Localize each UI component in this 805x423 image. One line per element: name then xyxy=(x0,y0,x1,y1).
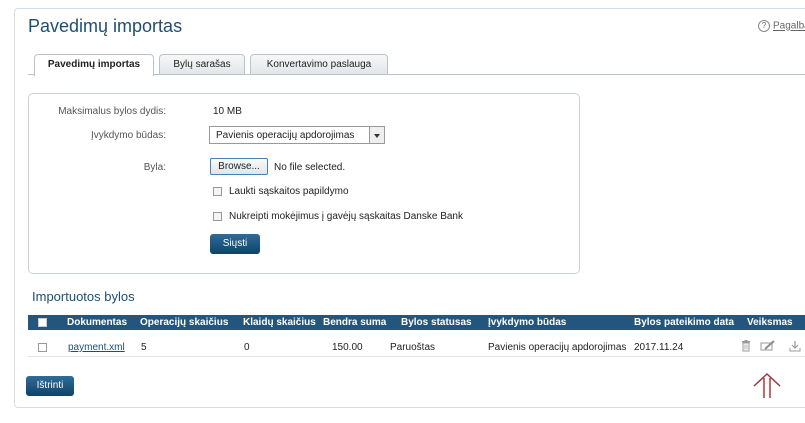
question-icon: ? xyxy=(758,20,770,32)
help-label: Pagalba xyxy=(773,20,805,32)
cell-operations: 5 xyxy=(141,342,147,353)
file-label: Byla: xyxy=(143,162,166,173)
row-checkbox[interactable] xyxy=(38,343,47,352)
cell-status: Paruoštas xyxy=(390,342,436,353)
help-link[interactable]: ?Pagalba xyxy=(758,20,805,32)
chevron-down-icon xyxy=(369,127,384,143)
import-form xyxy=(28,93,580,274)
col-action: Veiksmas xyxy=(747,317,793,328)
tab-payment-import[interactable]: Pavedimų importas xyxy=(34,54,154,76)
method-label: Įvykdymo būdas: xyxy=(90,130,166,141)
method-select-value: Pavienis operacijų apdorojimas xyxy=(216,130,355,141)
wait-topup-label: Laukti sąskaitos papildymo xyxy=(229,186,349,197)
page-title: Pavedimų importas xyxy=(28,16,183,36)
col-total[interactable]: Bendra suma xyxy=(323,317,386,328)
tab-conversion-service[interactable]: Konvertavimo paslauga xyxy=(250,54,388,74)
imported-files-title: Importuotos bylos xyxy=(32,289,135,304)
max-size-label: Maksimalus bylos dydis: xyxy=(58,106,166,117)
col-operations[interactable]: Operacijų skaičius xyxy=(140,317,228,328)
cell-total: 150.00 xyxy=(332,342,363,353)
tab-bar: Pavedimų importas Bylų sarašas Konvertav… xyxy=(28,54,805,76)
redirect-payments-checkbox[interactable] xyxy=(213,212,222,221)
cell-date: 2017.11.24 xyxy=(634,342,684,353)
table-row: payment.xml 5 0 150.00 Paruoštas Pavieni… xyxy=(28,338,805,357)
no-file-text: No file selected. xyxy=(274,162,346,173)
table-header: Dokumentas Operacijų skaičius Klaidų ska… xyxy=(28,315,805,330)
select-all-checkbox[interactable] xyxy=(38,318,47,327)
document-link[interactable]: payment.xml xyxy=(68,342,125,353)
send-button[interactable]: Siųsti xyxy=(210,234,260,254)
method-select[interactable]: Pavienis operacijų apdorojimas xyxy=(209,126,385,144)
edit-icon[interactable] xyxy=(760,340,776,352)
download-icon[interactable] xyxy=(789,340,801,352)
trash-icon[interactable] xyxy=(741,340,751,352)
cell-method: Pavienis operacijų apdorojimas xyxy=(488,342,627,353)
cell-errors: 0 xyxy=(244,342,250,353)
delete-button[interactable]: Ištrinti xyxy=(26,376,74,396)
col-errors[interactable]: Klaidų skaičius xyxy=(243,317,316,328)
col-method[interactable]: Įvykdymo būdas xyxy=(488,317,566,328)
col-status[interactable]: Bylos statusas xyxy=(401,317,472,328)
browse-button[interactable]: Browse... xyxy=(210,158,268,175)
col-document[interactable]: Dokumentas xyxy=(67,317,127,328)
max-size-value: 10 MB xyxy=(213,106,242,117)
wait-topup-checkbox[interactable] xyxy=(213,187,222,196)
col-date[interactable]: Bylos pateikimo data xyxy=(634,317,734,328)
redirect-payments-label: Nukreipti mokėjimus į gavėjų sąskaitas D… xyxy=(229,211,463,222)
tab-file-list[interactable]: Bylų sarašas xyxy=(159,54,245,74)
up-arrow-icon xyxy=(753,372,781,398)
